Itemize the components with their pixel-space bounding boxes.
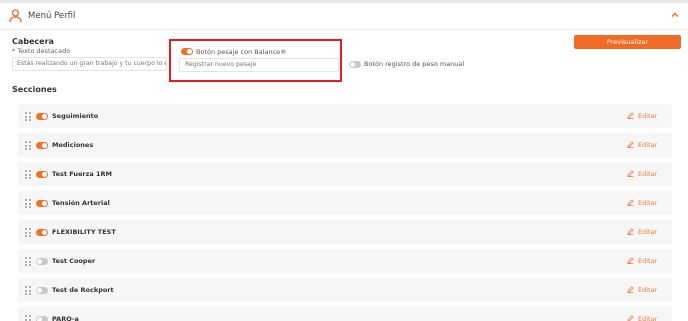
- drag-handle-icon[interactable]: [25, 228, 31, 237]
- cabecera-title: Cabecera: [12, 37, 54, 46]
- pencil-icon: [627, 257, 634, 264]
- featured-text-label: * Texto destacado: [12, 47, 71, 55]
- section-label: Test Fuerza 1RM: [52, 170, 113, 178]
- section-label: Mediciones: [52, 141, 94, 149]
- edit-label: Editar: [638, 199, 658, 207]
- section-toggle[interactable]: [36, 287, 48, 294]
- preview-button[interactable]: Previsualizar: [574, 35, 681, 49]
- section-toggle[interactable]: [36, 113, 48, 120]
- section-row: PARQ-a Editar: [18, 307, 672, 321]
- section-row: Test Cooper Editar: [18, 249, 672, 273]
- edit-label: Editar: [638, 257, 658, 265]
- section-row: Mediciones Editar: [18, 133, 672, 157]
- drag-handle-icon[interactable]: [25, 257, 31, 266]
- balance-input[interactable]: Registrar nuevo pesaje: [179, 58, 339, 72]
- drag-handle-icon[interactable]: [25, 286, 31, 295]
- drag-handle-icon[interactable]: [25, 141, 31, 150]
- section-label: Seguimiento: [52, 112, 99, 120]
- edit-label: Editar: [638, 112, 658, 120]
- manual-weight-toggle[interactable]: [349, 61, 361, 68]
- edit-button[interactable]: Editar: [627, 257, 658, 265]
- manual-weight-toggle-label: Botón registro de peso manual: [364, 60, 465, 68]
- drag-handle-icon[interactable]: [25, 170, 31, 179]
- section-toggle[interactable]: [36, 171, 48, 178]
- section-row: FLEXIBILITY TEST Editar: [18, 220, 672, 244]
- section-label: Tensión Arterial: [52, 199, 110, 207]
- balance-toggle[interactable]: [181, 48, 193, 55]
- edit-button[interactable]: Editar: [627, 228, 658, 236]
- section-toggle[interactable]: [36, 258, 48, 265]
- section-row: Seguimiento Editar: [18, 104, 672, 128]
- section-row: Tensión Arterial Editar: [18, 191, 672, 215]
- panel-title: Menú Perfil: [28, 11, 76, 21]
- pencil-icon: [627, 228, 634, 235]
- edit-label: Editar: [638, 141, 658, 149]
- pencil-icon: [627, 315, 634, 321]
- featured-text-input[interactable]: Estás realizando un gran trabajo y tu cu…: [12, 57, 167, 71]
- section-row: Test Fuerza 1RM Editar: [18, 162, 672, 186]
- pencil-icon: [627, 112, 634, 119]
- drag-handle-icon[interactable]: [25, 199, 31, 208]
- edit-label: Editar: [638, 286, 658, 294]
- edit-button[interactable]: Editar: [627, 141, 658, 149]
- edit-label: Editar: [638, 228, 658, 236]
- balance-toggle-label: Botón pesaje con Balance®: [196, 48, 287, 56]
- edit-button[interactable]: Editar: [627, 286, 658, 294]
- pencil-icon: [627, 286, 634, 293]
- section-toggle[interactable]: [36, 229, 48, 236]
- edit-button[interactable]: Editar: [627, 170, 658, 178]
- section-toggle[interactable]: [36, 200, 48, 207]
- section-toggle[interactable]: [36, 316, 48, 321]
- section-label: Test de Rockport: [52, 286, 114, 294]
- edit-button[interactable]: Editar: [627, 199, 658, 207]
- panel-header[interactable]: Menú Perfil: [0, 3, 688, 30]
- drag-handle-icon[interactable]: [25, 315, 31, 321]
- pencil-icon: [627, 141, 634, 148]
- pencil-icon: [627, 170, 634, 177]
- pencil-icon: [627, 199, 634, 206]
- edit-label: Editar: [638, 170, 658, 178]
- drag-handle-icon[interactable]: [25, 112, 31, 121]
- section-row: Test de Rockport Editar: [18, 278, 672, 302]
- section-label: Test Cooper: [52, 257, 96, 265]
- chevron-up-icon[interactable]: [670, 10, 680, 20]
- user-icon: [9, 9, 22, 23]
- edit-button[interactable]: Editar: [627, 112, 658, 120]
- section-label: FLEXIBILITY TEST: [52, 228, 116, 236]
- section-label: PARQ-a: [52, 315, 79, 321]
- edit-button[interactable]: Editar: [627, 315, 658, 321]
- section-toggle[interactable]: [36, 142, 48, 149]
- secciones-title: Secciones: [12, 85, 57, 94]
- edit-label: Editar: [638, 315, 658, 321]
